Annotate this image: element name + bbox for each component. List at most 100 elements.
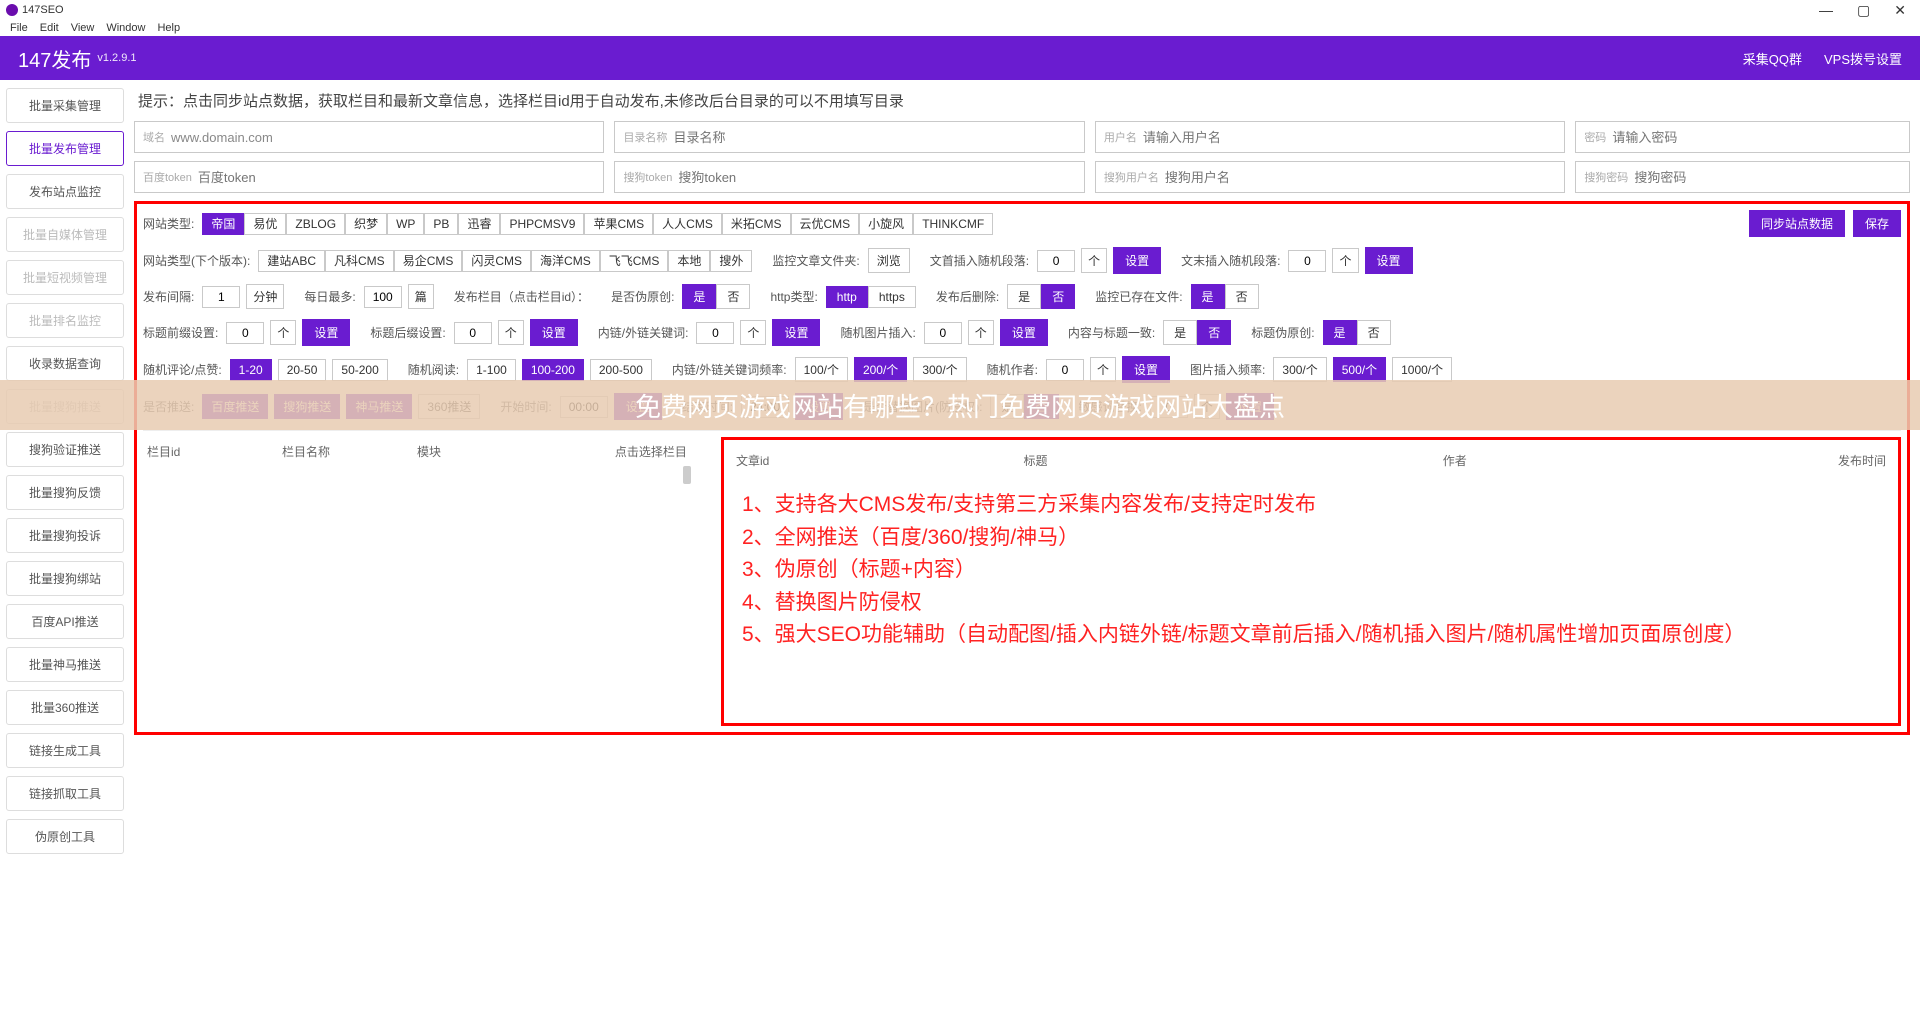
sogou-token-group[interactable]: 搜狗token — [614, 161, 1084, 193]
baidu-token-input[interactable] — [198, 170, 596, 185]
head-rand-set[interactable]: 设置 — [1113, 247, 1161, 274]
comment-opt[interactable]: 20-50 — [278, 359, 327, 381]
imgfreq-opt[interactable]: 1000/个 — [1392, 357, 1452, 382]
close-button[interactable]: ✕ — [1894, 2, 1906, 19]
next-type-tag[interactable]: 凡科CMS — [325, 250, 394, 272]
site-type-tag[interactable]: 云优CMS — [791, 213, 860, 235]
freq-opt[interactable]: 200/个 — [854, 357, 907, 382]
site-type-tag[interactable]: 米拓CMS — [722, 213, 791, 235]
author-set[interactable]: 设置 — [1122, 356, 1170, 383]
sidebar-item-6[interactable]: 收录数据查询 — [6, 346, 124, 381]
freq-opt[interactable]: 100/个 — [795, 357, 848, 382]
baidu-token-group[interactable]: 百度token — [134, 161, 604, 193]
sidebar-item-4[interactable]: 批量短视频管理 — [6, 260, 124, 295]
site-type-tag[interactable]: ZBLOG — [286, 213, 345, 235]
next-type-tag[interactable]: 搜外 — [710, 250, 752, 272]
link-qq-group[interactable]: 采集QQ群 — [1743, 49, 1802, 68]
daily-input[interactable] — [364, 286, 402, 308]
site-type-tag[interactable]: PB — [424, 213, 458, 235]
site-type-tag[interactable]: PHPCMSV9 — [500, 213, 584, 235]
interval-input[interactable] — [202, 286, 240, 308]
sidebar-item-15[interactable]: 链接生成工具 — [6, 733, 124, 768]
prefix-input[interactable] — [226, 322, 264, 344]
suffix-set[interactable]: 设置 — [530, 319, 578, 346]
pass-input-group[interactable]: 密码 — [1575, 121, 1910, 153]
domain-input-group[interactable]: 域名 — [134, 121, 604, 153]
sogou-pass-group[interactable]: 搜狗密码 — [1575, 161, 1910, 193]
site-type-tag[interactable]: THINKCMF — [913, 213, 993, 235]
del-after-toggle[interactable]: 是否 — [1007, 284, 1075, 309]
linkkw-set[interactable]: 设置 — [772, 319, 820, 346]
suffix-input[interactable] — [454, 322, 492, 344]
sidebar-item-14[interactable]: 批量360推送 — [6, 690, 124, 725]
domain-input[interactable] — [171, 130, 595, 145]
menu-view[interactable]: View — [71, 22, 95, 34]
site-type-tag[interactable]: WP — [387, 213, 424, 235]
comment-opt[interactable]: 1-20 — [230, 359, 272, 381]
site-type-tag[interactable]: 迅睿 — [458, 213, 500, 235]
sidebar-item-12[interactable]: 百度API推送 — [6, 604, 124, 639]
maximize-button[interactable]: ▢ — [1857, 2, 1870, 19]
sidebar-item-2[interactable]: 发布站点监控 — [6, 174, 124, 209]
sync-button[interactable]: 同步站点数据 — [1749, 210, 1845, 237]
user-input-group[interactable]: 用户名 — [1095, 121, 1565, 153]
sogou-user-input[interactable] — [1165, 170, 1556, 185]
sidebar-item-11[interactable]: 批量搜狗绑站 — [6, 561, 124, 596]
imgfreq-opt[interactable]: 300/个 — [1273, 357, 1326, 382]
sidebar-item-17[interactable]: 伪原创工具 — [6, 819, 124, 854]
freq-opt[interactable]: 300/个 — [913, 357, 966, 382]
randimg-set[interactable]: 设置 — [1000, 319, 1048, 346]
dir-input[interactable] — [673, 130, 1075, 145]
pseudo-toggle[interactable]: 是否 — [682, 284, 750, 309]
head-rand-input[interactable] — [1037, 250, 1075, 272]
monitor-exist-toggle[interactable]: 是否 — [1191, 284, 1259, 309]
user-input[interactable] — [1143, 130, 1556, 145]
site-type-tag[interactable]: 织梦 — [345, 213, 387, 235]
read-opt[interactable]: 200-500 — [590, 359, 652, 381]
tail-rand-input[interactable] — [1288, 250, 1326, 272]
comment-opt[interactable]: 50-200 — [332, 359, 387, 381]
site-type-tag[interactable]: 帝国 — [202, 213, 244, 235]
sidebar-item-3[interactable]: 批量自媒体管理 — [6, 217, 124, 252]
randimg-input[interactable] — [924, 322, 962, 344]
next-type-tag[interactable]: 飞飞CMS — [600, 250, 669, 272]
title-pseudo-toggle[interactable]: 是否 — [1323, 320, 1391, 345]
http-toggle[interactable]: httphttps — [826, 286, 916, 308]
minimize-button[interactable]: — — [1819, 2, 1833, 19]
imgfreq-opt[interactable]: 500/个 — [1333, 357, 1386, 382]
title-same-toggle[interactable]: 是否 — [1163, 320, 1231, 345]
prefix-set[interactable]: 设置 — [302, 319, 350, 346]
sidebar-item-8[interactable]: 搜狗验证推送 — [6, 432, 124, 467]
author-input[interactable] — [1046, 359, 1084, 381]
next-type-tag[interactable]: 闪灵CMS — [462, 250, 531, 272]
read-opt[interactable]: 1-100 — [467, 359, 516, 381]
link-vps-dial[interactable]: VPS拨号设置 — [1824, 49, 1902, 68]
menu-edit[interactable]: Edit — [40, 22, 59, 34]
sidebar-item-0[interactable]: 批量采集管理 — [6, 88, 124, 123]
sidebar-item-16[interactable]: 链接抓取工具 — [6, 776, 124, 811]
site-type-tag[interactable]: 易优 — [244, 213, 286, 235]
site-type-tag[interactable]: 小旋风 — [859, 213, 913, 235]
menu-file[interactable]: File — [10, 22, 28, 34]
next-type-tag[interactable]: 易企CMS — [394, 250, 463, 272]
tail-rand-set[interactable]: 设置 — [1365, 247, 1413, 274]
dir-input-group[interactable]: 目录名称 — [614, 121, 1084, 153]
sidebar-item-5[interactable]: 批量排名监控 — [6, 303, 124, 338]
site-type-tag[interactable]: 人人CMS — [653, 213, 722, 235]
scrollbar-thumb[interactable] — [683, 466, 691, 484]
sidebar-item-10[interactable]: 批量搜狗投诉 — [6, 518, 124, 553]
next-type-tag[interactable]: 海洋CMS — [531, 250, 600, 272]
next-type-tag[interactable]: 建站ABC — [258, 250, 325, 272]
linkkw-input[interactable] — [696, 322, 734, 344]
sogou-token-input[interactable] — [678, 170, 1076, 185]
site-type-tag[interactable]: 苹果CMS — [584, 213, 653, 235]
menu-help[interactable]: Help — [157, 22, 180, 34]
sidebar-item-9[interactable]: 批量搜狗反馈 — [6, 475, 124, 510]
read-opt[interactable]: 100-200 — [522, 359, 584, 381]
sidebar-item-1[interactable]: 批量发布管理 — [6, 131, 124, 166]
save-button[interactable]: 保存 — [1853, 210, 1901, 237]
sogou-pass-input[interactable] — [1634, 170, 1901, 185]
next-type-tag[interactable]: 本地 — [668, 250, 710, 272]
sidebar-item-13[interactable]: 批量神马推送 — [6, 647, 124, 682]
browse-button[interactable]: 浏览 — [868, 248, 910, 273]
